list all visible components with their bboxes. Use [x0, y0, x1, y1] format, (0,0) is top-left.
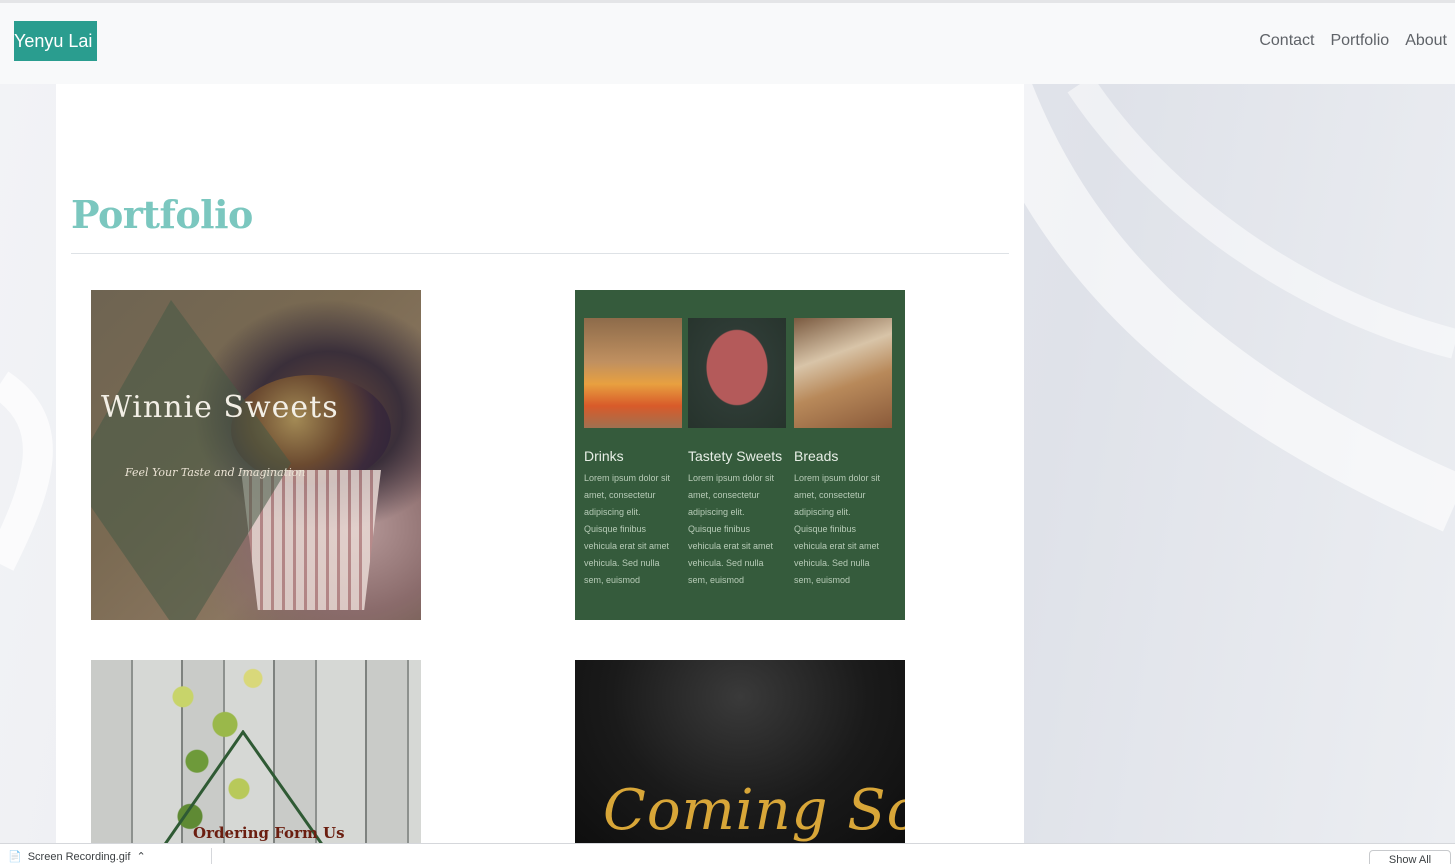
main-container: Portfolio Winnie Sweets Feel Your Taste … [56, 84, 1024, 844]
portfolio-card-ordering-form[interactable]: Ordering Form Us [91, 660, 421, 844]
card-title: Coming Soon [603, 778, 905, 843]
portfolio-card-winnie-sweets[interactable]: Winnie Sweets Feel Your Taste and Imagin… [91, 290, 421, 620]
menu-heading: Drinks [584, 448, 624, 464]
menu-column-sweets: Tastety Sweets Lorem ipsum dolor sit ame… [688, 318, 788, 589]
download-item[interactable]: 📄 Screen Recording.gif ⌃ [8, 850, 146, 864]
card-title: Winnie Sweets [101, 390, 339, 425]
nav-links: Contact Portfolio About [1259, 32, 1447, 50]
card-subtitle: Feel Your Taste and Imagination [125, 466, 306, 479]
brand-link[interactable]: Yenyu Lai [14, 21, 97, 61]
menu-heading: Tastety Sweets [688, 448, 783, 464]
card-title: Ordering Form Us [193, 824, 345, 842]
menu-column-drinks: Drinks Lorem ipsum dolor sit amet, conse… [584, 318, 684, 589]
portfolio-card-menu[interactable]: Drinks Lorem ipsum dolor sit amet, conse… [575, 290, 905, 620]
menu-column-breads: Breads Lorem ipsum dolor sit amet, conse… [794, 318, 894, 589]
drinks-photo [584, 318, 682, 428]
nav-link-about[interactable]: About [1405, 32, 1447, 50]
navbar: Yenyu Lai Contact Portfolio About [0, 3, 1455, 84]
file-icon: 📄 [8, 851, 22, 863]
show-all-button[interactable]: Show All [1369, 850, 1451, 864]
menu-text: Lorem ipsum dolor sit amet, consectetur … [794, 473, 881, 585]
download-bar: 📄 Screen Recording.gif ⌃ Show All [0, 843, 1455, 864]
menu-text: Lorem ipsum dolor sit amet, consectetur … [688, 473, 775, 585]
bread-photo [794, 318, 892, 428]
menu-text: Lorem ipsum dolor sit amet, consectetur … [584, 473, 671, 585]
menu-heading: Breads [794, 448, 839, 464]
nav-link-portfolio[interactable]: Portfolio [1330, 32, 1389, 50]
page-title: Portfolio [71, 192, 253, 237]
macaron-photo [688, 318, 786, 428]
title-divider [71, 253, 1009, 254]
chevron-up-icon[interactable]: ⌃ [136, 850, 145, 863]
nav-link-contact[interactable]: Contact [1259, 32, 1314, 50]
portfolio-card-coming-soon[interactable]: Coming Soon [575, 660, 905, 844]
download-file-name: Screen Recording.gif [27, 850, 131, 863]
download-separator [211, 848, 212, 864]
